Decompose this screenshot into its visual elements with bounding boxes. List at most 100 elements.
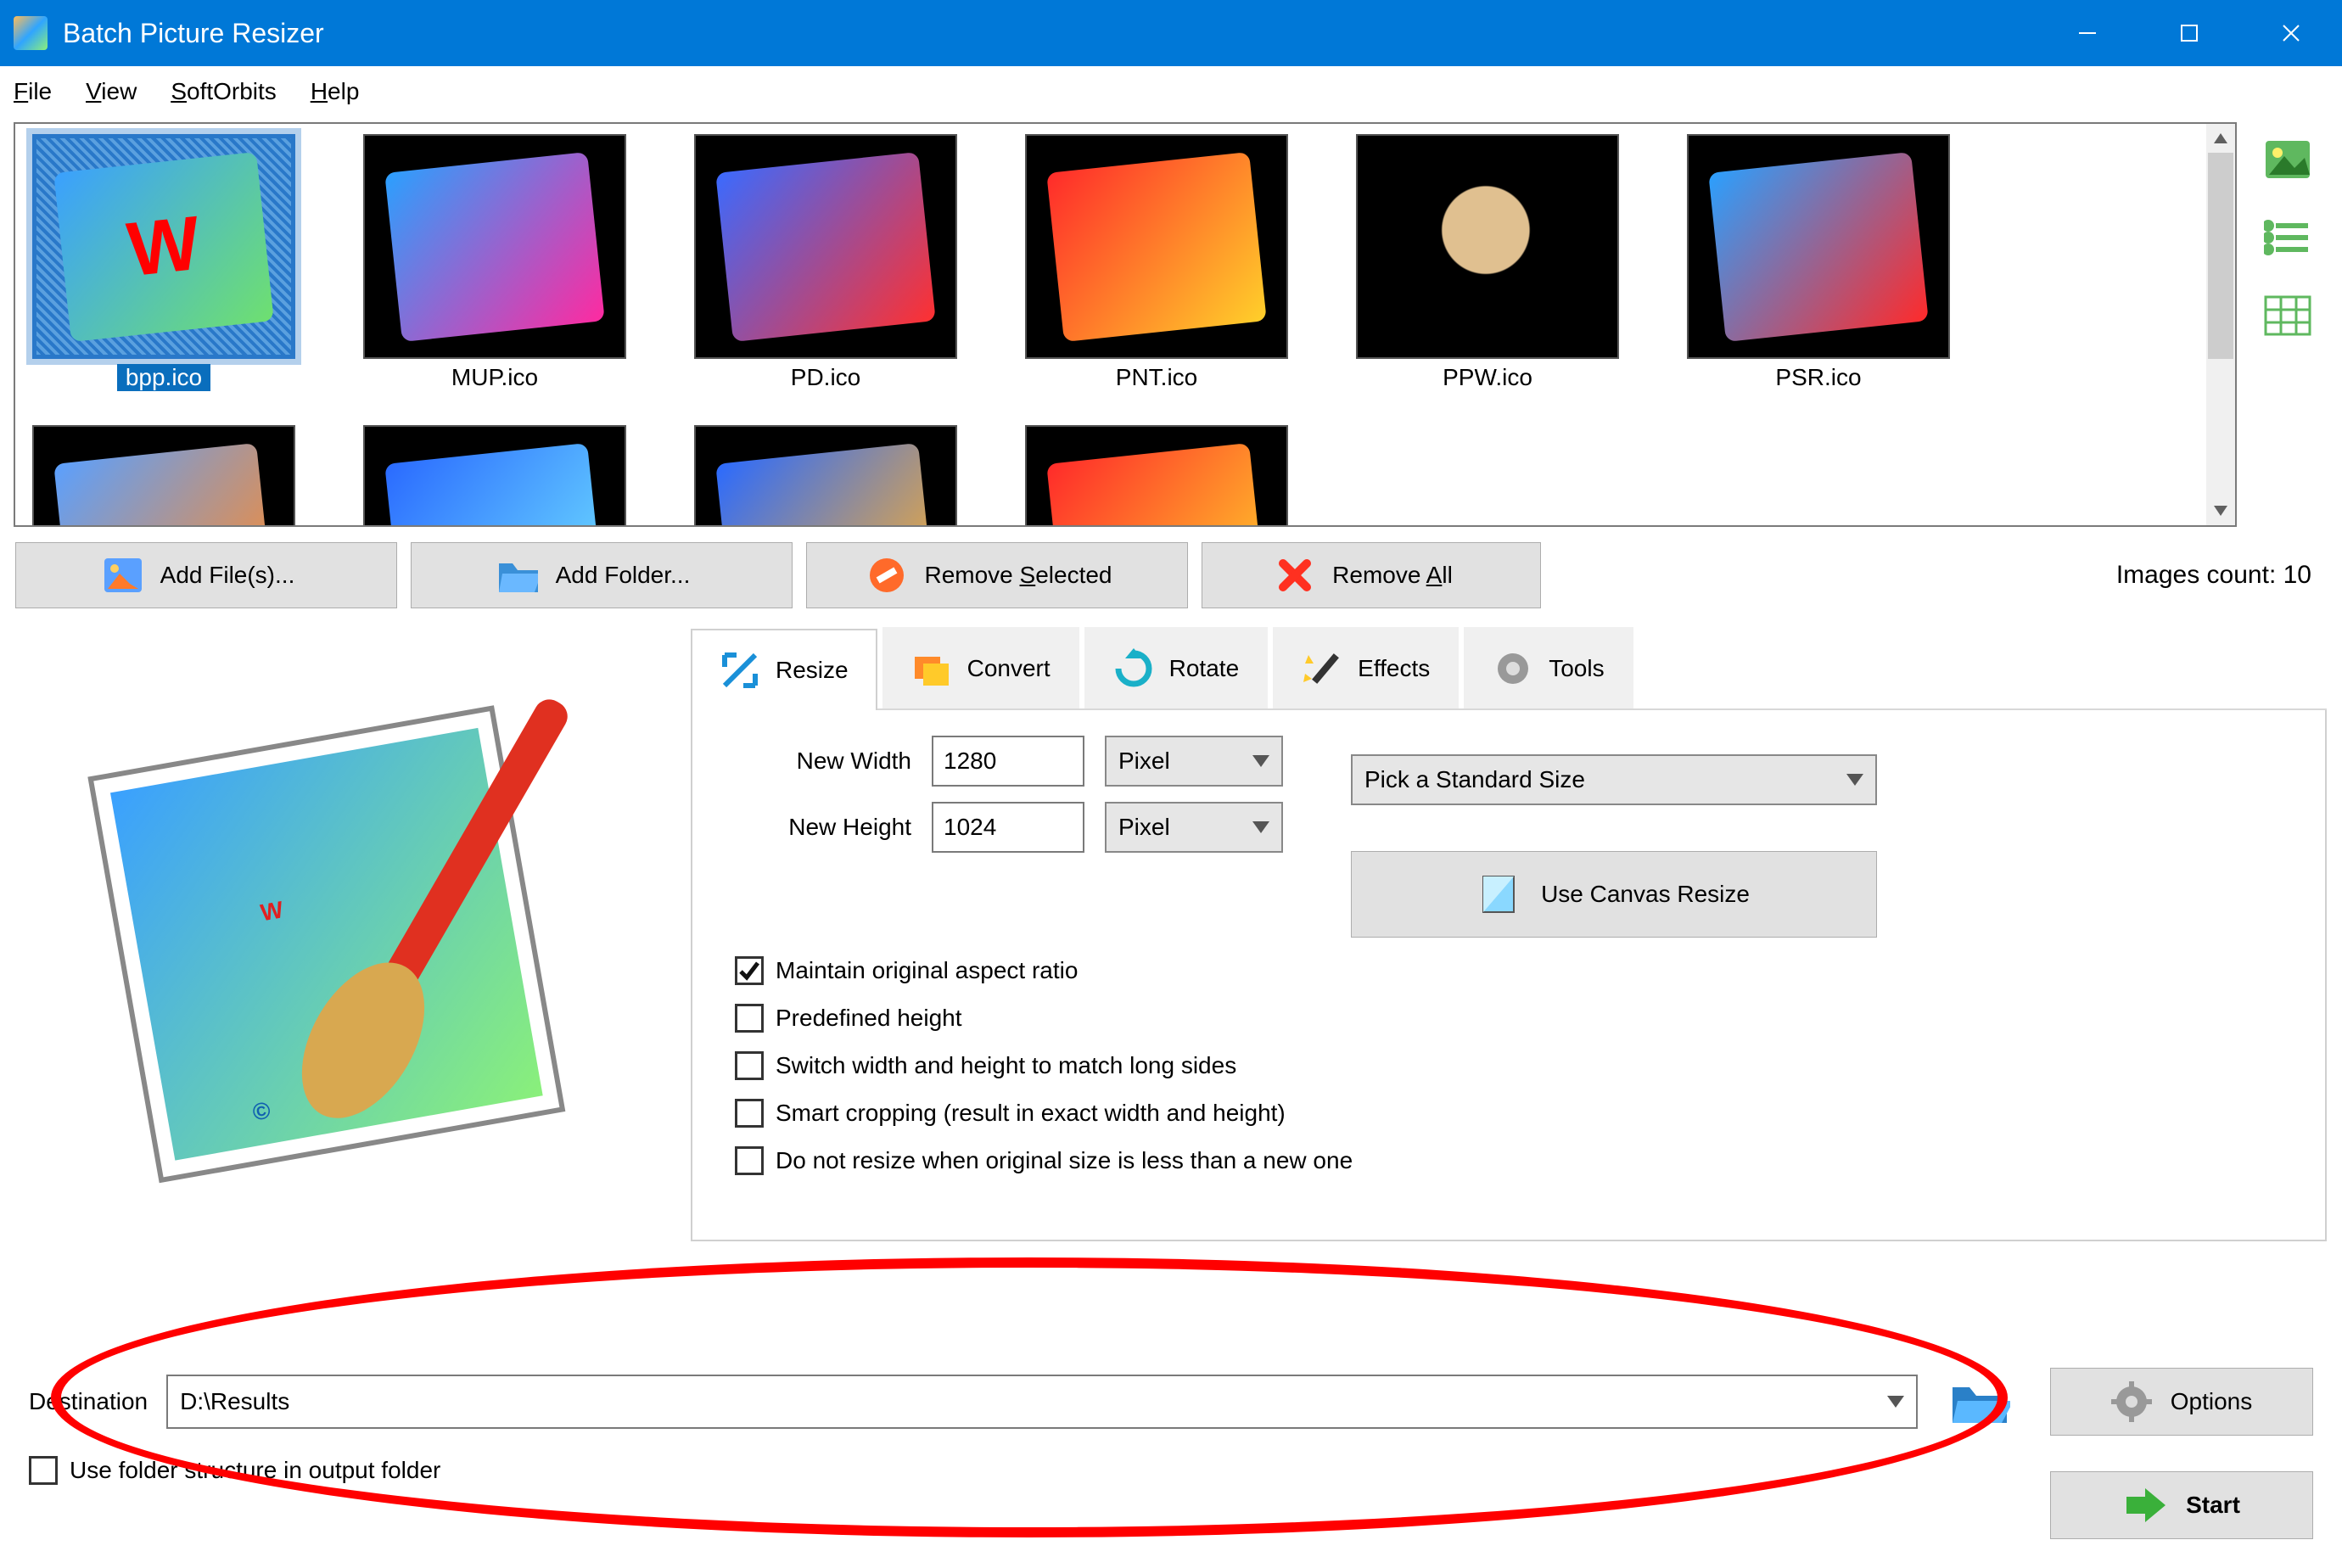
- gear-icon: [2111, 1381, 2152, 1422]
- view-thumbnails-icon[interactable]: [2257, 132, 2318, 187]
- destination-label: Destination: [29, 1388, 148, 1415]
- remove-selected-button[interactable]: Remove Selected: [806, 542, 1188, 608]
- new-height-input[interactable]: [932, 802, 1084, 853]
- thumb-pnt[interactable]: PNT.ico: [1025, 134, 1288, 391]
- checkbox-icon: [735, 1004, 764, 1033]
- tab-convert[interactable]: Convert: [882, 627, 1079, 708]
- titlebar: Batch Picture Resizer: [0, 0, 2342, 66]
- remove-selected-label: Remove Selected: [924, 562, 1112, 589]
- checkbox-icon: [735, 956, 764, 985]
- thumb-label: PD.ico: [782, 364, 869, 391]
- scroll-down-button[interactable]: [2206, 496, 2235, 525]
- add-folder-label: Add Folder...: [556, 562, 691, 589]
- canvas-icon: [1478, 871, 1519, 917]
- view-grid-icon[interactable]: [2257, 288, 2318, 343]
- chevron-down-icon: [1252, 821, 1269, 833]
- add-folder-button[interactable]: Add Folder...: [411, 542, 793, 608]
- tools-icon: [1493, 648, 1533, 689]
- close-button[interactable]: [2240, 0, 2342, 66]
- destination-row: Destination D:\Results Options: [29, 1368, 2313, 1436]
- remove-all-label: Remove All: [1332, 562, 1453, 589]
- checkbox-switch-label: Switch width and height to match long si…: [776, 1052, 1236, 1079]
- thumb-label: bpp.ico: [117, 364, 210, 391]
- images-count-label: Images count: 10: [2116, 561, 2311, 590]
- thumbnail-gallery[interactable]: W bpp.ico MUP.ico PD.ico PNT.ico PPW.ico: [14, 122, 2237, 527]
- add-files-label: Add File(s)...: [160, 562, 295, 589]
- maximize-button[interactable]: [2138, 0, 2240, 66]
- tab-effects-label: Effects: [1358, 655, 1430, 682]
- thumb-label: PPW.ico: [1434, 364, 1541, 391]
- thumb-label: MUP.ico: [443, 364, 546, 391]
- checkbox-no-resize[interactable]: Do not resize when original size is less…: [735, 1146, 2301, 1175]
- convert-icon: [911, 648, 952, 689]
- tab-rotate[interactable]: Rotate: [1084, 627, 1269, 708]
- delete-icon: [1275, 555, 1315, 596]
- standard-size-value: Pick a Standard Size: [1364, 766, 1585, 793]
- browse-folder-button[interactable]: [1936, 1375, 2025, 1429]
- start-button[interactable]: Start: [2050, 1471, 2313, 1539]
- tab-strip: Resize Convert Rotate Effects Tools: [691, 627, 2327, 710]
- checkbox-smart-crop-label: Smart cropping (result in exact width an…: [776, 1100, 1286, 1127]
- remove-all-button[interactable]: Remove All: [1202, 542, 1541, 608]
- thumb-extra-1[interactable]: [32, 425, 295, 527]
- start-label: Start: [2186, 1492, 2240, 1519]
- thumb-mup[interactable]: MUP.ico: [363, 134, 626, 391]
- checkbox-smart-crop[interactable]: Smart cropping (result in exact width an…: [735, 1099, 2301, 1128]
- thumb-ppw[interactable]: PPW.ico: [1356, 134, 1619, 391]
- checkbox-switch[interactable]: Switch width and height to match long si…: [735, 1051, 2301, 1080]
- menu-softorbits[interactable]: SoftOrbits: [167, 78, 280, 105]
- checkbox-icon: [29, 1456, 58, 1485]
- menu-help[interactable]: Help: [307, 78, 363, 105]
- thumb-bpp[interactable]: W bpp.ico: [32, 134, 295, 391]
- new-width-input[interactable]: [932, 736, 1084, 787]
- action-toolbar: Add File(s)... Add Folder... Remove Sele…: [15, 542, 2327, 608]
- destination-combo[interactable]: D:\Results: [166, 1375, 1918, 1429]
- view-mode-strip: [2247, 122, 2328, 527]
- standard-size-combo[interactable]: Pick a Standard Size: [1351, 754, 1877, 805]
- tab-resize[interactable]: Resize: [691, 629, 877, 710]
- rotate-icon: [1113, 648, 1154, 689]
- checkbox-folder-structure[interactable]: Use folder structure in output folder: [29, 1456, 440, 1485]
- scroll-up-button[interactable]: [2206, 124, 2235, 153]
- gallery-scrollbar[interactable]: [2206, 124, 2235, 525]
- chevron-down-icon: [1846, 774, 1863, 786]
- tabs-area: Resize Convert Rotate Effects Tools: [691, 627, 2327, 1241]
- options-button[interactable]: Options: [2050, 1368, 2313, 1436]
- remove-icon: [866, 555, 907, 596]
- destination-value: D:\Results: [180, 1388, 289, 1415]
- checkbox-aspect[interactable]: Maintain original aspect ratio: [735, 956, 2301, 985]
- tab-effects[interactable]: Effects: [1273, 627, 1459, 708]
- checkbox-folder-structure-label: Use folder structure in output folder: [70, 1457, 440, 1484]
- view-list-icon[interactable]: [2257, 210, 2318, 265]
- checkbox-no-resize-label: Do not resize when original size is less…: [776, 1147, 1353, 1174]
- tab-tools[interactable]: Tools: [1464, 627, 1633, 708]
- tab-convert-label: Convert: [967, 655, 1051, 682]
- image-icon: [103, 555, 143, 596]
- checkbox-predefined[interactable]: Predefined height: [735, 1004, 2301, 1033]
- add-files-button[interactable]: Add File(s)...: [15, 542, 397, 608]
- scroll-thumb[interactable]: [2208, 153, 2233, 359]
- height-unit-combo[interactable]: Pixel: [1105, 802, 1283, 853]
- height-unit-value: Pixel: [1118, 814, 1170, 841]
- checkbox-icon: [735, 1051, 764, 1080]
- thumb-label: PNT.ico: [1107, 364, 1206, 391]
- canvas-resize-button[interactable]: Use Canvas Resize: [1351, 851, 1877, 938]
- start-icon: [2123, 1487, 2167, 1524]
- thumb-extra-2[interactable]: [363, 425, 626, 527]
- effects-icon: [1302, 648, 1342, 689]
- checkbox-icon: [735, 1146, 764, 1175]
- folder-icon: [498, 555, 539, 596]
- minimize-button[interactable]: [2037, 0, 2138, 66]
- menu-file[interactable]: File: [10, 78, 55, 105]
- thumb-pd[interactable]: PD.ico: [694, 134, 957, 391]
- menu-view[interactable]: View: [82, 78, 140, 105]
- thumb-extra-3[interactable]: [694, 425, 957, 527]
- new-height-label: New Height: [716, 814, 911, 841]
- thumb-extra-4[interactable]: [1025, 425, 1288, 527]
- thumb-psr[interactable]: PSR.ico: [1687, 134, 1950, 391]
- preview-panel: W ©: [15, 627, 677, 1221]
- tab-rotate-label: Rotate: [1169, 655, 1240, 682]
- width-unit-combo[interactable]: Pixel: [1105, 736, 1283, 787]
- new-width-label: New Width: [716, 748, 911, 775]
- thumb-label: PSR.ico: [1767, 364, 1869, 391]
